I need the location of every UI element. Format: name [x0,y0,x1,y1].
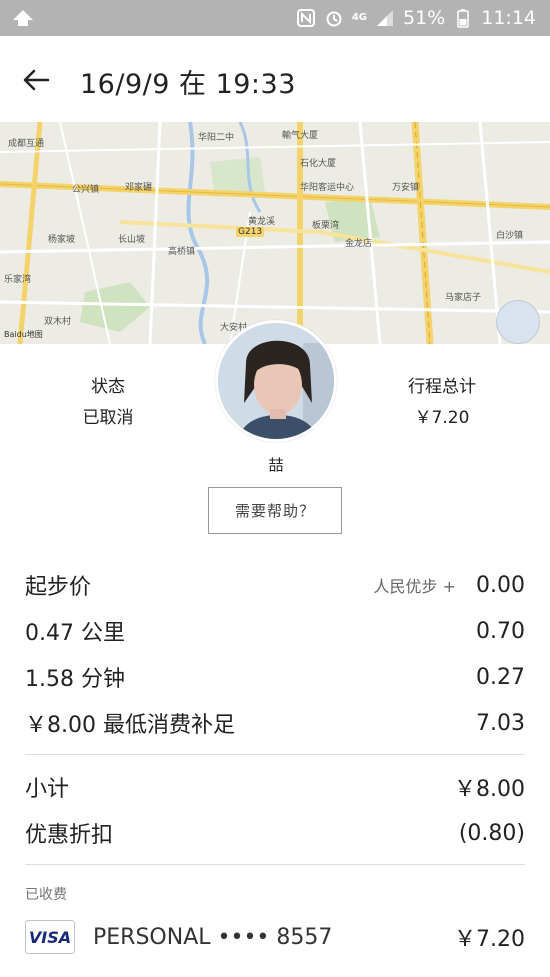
trip-status: 状态 已取消 [28,372,188,428]
map-label: 高桥镇 [168,247,196,257]
divider [25,754,525,755]
fare-amount: 0.70 [476,618,525,644]
fare-row-minimum: ￥8.00 最低消费补足 7.03 [25,708,525,739]
fare-amount: 0.00 [476,572,525,598]
map-label: 华阳二中 [198,133,235,143]
map-watermark: Baidu地图 [4,330,43,339]
fare-label: 起步价 [25,575,92,600]
trip-map[interactable]: 成都互通 华阳二中 輸气大厦 石化大厦 华阳客运中心 公兴镇 万安镇 邓家碾 长… [0,122,550,344]
status-value: 已取消 [82,408,134,428]
discount-value: (0.80) [458,820,525,846]
back-arrow-icon [23,69,50,91]
clock: 11:14 [481,7,536,29]
map-label: 邓家碾 [125,183,153,193]
map-label: 石化大厦 [300,159,337,169]
help-button[interactable]: 需要帮助？ [208,487,342,534]
discount-label: 优惠折扣 [25,823,114,848]
total-value: ￥7.20 [414,408,470,428]
fare-row-time: 1.58 分钟 0.27 [25,662,525,693]
charged-label: 已收费 [25,887,67,903]
map-label: 长山坡 [118,235,146,245]
map-label: 万安镇 [392,183,420,193]
driver-photo [218,323,334,439]
map-label: 輸气大厦 [282,131,319,141]
fare-label: ￥8.00 最低消费补足 [25,713,235,738]
signal-icon [375,8,395,28]
map-label: 马家店子 [445,293,482,303]
discount-row: 优惠折扣 (0.80) [25,818,525,849]
fare-amount: 0.27 [476,664,525,690]
app-header: 16/9/9 在 19:33 [0,36,550,122]
map-label: 成都互通 [8,139,45,149]
subtotal-row: 小计 ￥8.00 [25,772,525,802]
subtotal-label: 小计 [25,777,70,802]
locate-button[interactable] [496,300,540,344]
divider [25,864,525,865]
payment-label: PERSONAL •••• 8557 [93,924,333,950]
map-graphic [0,122,550,344]
fare-promo: 人民优步 + [373,577,457,596]
fare-label: 0.47 公里 [25,621,125,646]
fare-row-base: 起步价 人民优步 + 0.00 [25,570,525,601]
alarm-icon [324,8,344,28]
map-label: 华阳客运中心 [300,183,355,193]
status-bar-right: 4G 51% 11:14 [296,0,536,36]
map-label: 双木村 [44,317,72,327]
back-button[interactable] [18,62,54,98]
status-label: 状态 [91,377,125,397]
subtotal-value: ￥8.00 [454,777,525,802]
driver-name: 喆 [268,456,284,474]
trip-total: 行程总计 ￥7.20 [362,372,522,428]
map-label: 乐家湾 [4,275,32,285]
map-label: 白沙镇 [496,231,524,241]
notification-icon [10,6,36,30]
battery-percent: 51% [403,7,446,29]
visa-card-icon: VISA [25,920,75,954]
map-label: 公兴镇 [72,185,100,195]
map-label: 金龙店 [345,239,373,249]
driver-avatar [215,320,337,442]
payment-method-row[interactable]: VISA PERSONAL •••• 8557 ￥7.20 [25,918,525,956]
map-label: 黄龙溪 [248,217,276,227]
map-label: 板栗湾 [312,221,340,231]
page-title: 16/9/9 在 19:33 [80,69,296,100]
fare-amount: 7.03 [476,710,525,736]
payment-amount: ￥7.20 [454,927,525,952]
status-bar: 4G 51% 11:14 [0,0,550,36]
total-label: 行程总计 [408,377,476,397]
nfc-icon [296,8,316,28]
network-type: 4G [351,12,367,23]
fare-row-distance: 0.47 公里 0.70 [25,616,525,647]
fare-label: 1.58 分钟 [25,667,125,692]
map-label: 杨家坡 [48,235,76,245]
road-label: G213 [236,227,265,237]
battery-icon [453,8,473,28]
